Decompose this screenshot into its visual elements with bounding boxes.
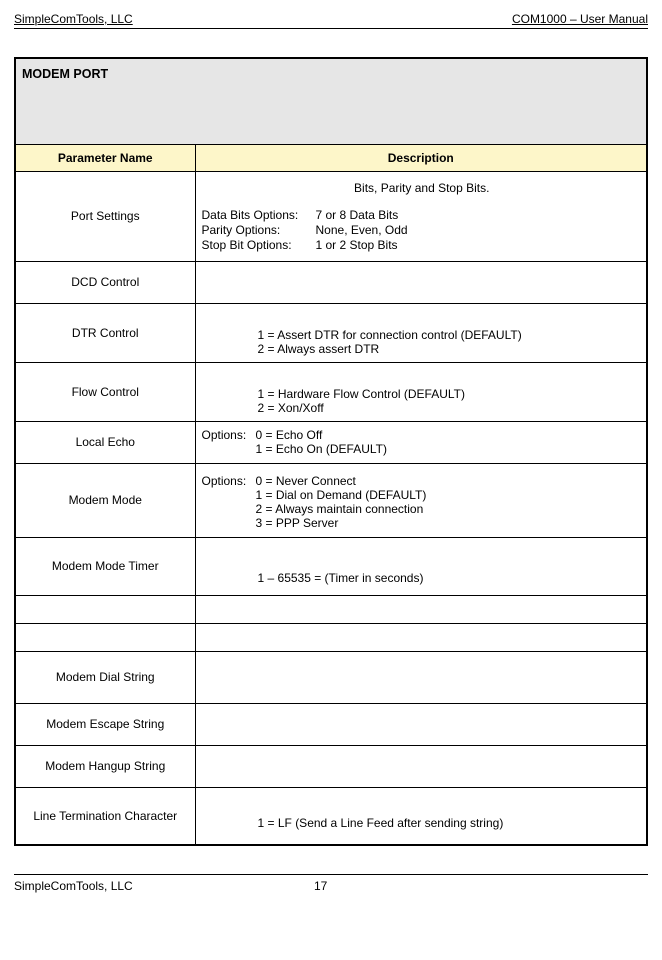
parity-label: Parity Options: [202,223,312,237]
dtr-line2: 2 = Always assert DTR [258,342,643,356]
parity-value: None, Even, Odd [316,223,643,237]
desc-hangup-string [195,745,647,787]
desc-dcd-control [195,261,647,303]
section-title: MODEM PORT [15,58,647,144]
desc-modem-mode: Options: 0 = Never Connect 1 = Dial on D… [195,463,647,537]
col-header-description: Description [195,144,647,171]
desc-escape-string [195,703,647,745]
mode-line1: 0 = Never Connect [256,474,643,488]
echo-line2: 1 = Echo On (DEFAULT) [256,442,643,456]
mode-line2: 1 = Dial on Demand (DEFAULT) [256,488,643,502]
param-escape-string: Modem Escape String [15,703,195,745]
flow-line2: 2 = Xon/Xoff [258,401,643,415]
page-header: SimpleComTools, LLC COM1000 – User Manua… [14,12,648,29]
param-line-termination: Line Termination Character [15,787,195,845]
desc-modem-mode-timer: 1 – 65535 = (Timer in seconds) [195,537,647,595]
param-modem-mode-timer: Modem Mode Timer [15,537,195,595]
stopbit-value: 1 or 2 Stop Bits [316,238,643,252]
footer-company: SimpleComTools, LLC [14,879,314,893]
databits-label: Data Bits Options: [202,208,312,222]
desc-line-termination: 1 = LF (Send a Line Feed after sending s… [195,787,647,845]
col-header-parameter: Parameter Name [15,144,195,171]
desc-flow-control: 1 = Hardware Flow Control (DEFAULT) 2 = … [195,362,647,421]
timer-line1: 1 – 65535 = (Timer in seconds) [258,571,643,585]
header-title: COM1000 – User Manual [512,12,648,26]
mode-options-label: Options: [202,474,256,530]
mode-line3: 2 = Always maintain connection [256,502,643,516]
port-settings-summary: Bits, Parity and Stop Bits. [202,181,643,195]
param-local-echo: Local Echo [15,421,195,463]
desc-local-echo: Options: 0 = Echo Off 1 = Echo On (DEFAU… [195,421,647,463]
desc-empty2 [195,623,647,651]
databits-value: 7 or 8 Data Bits [316,208,643,222]
desc-port-settings: Bits, Parity and Stop Bits. Data Bits Op… [195,171,647,261]
mode-line4: 3 = PPP Server [256,516,643,530]
param-modem-mode: Modem Mode [15,463,195,537]
header-company: SimpleComTools, LLC [14,12,133,26]
desc-dtr-control: 1 = Assert DTR for connection control (D… [195,303,647,362]
flow-line1: 1 = Hardware Flow Control (DEFAULT) [258,387,643,401]
param-port-settings: Port Settings [15,171,195,261]
param-hangup-string: Modem Hangup String [15,745,195,787]
echo-line1: 0 = Echo Off [256,428,643,442]
dtr-line1: 1 = Assert DTR for connection control (D… [258,328,643,342]
desc-empty1 [195,595,647,623]
desc-dial-string [195,651,647,703]
param-dcd-control: DCD Control [15,261,195,303]
lineterm-line1: 1 = LF (Send a Line Feed after sending s… [258,816,643,830]
param-empty1 [15,595,195,623]
param-empty2 [15,623,195,651]
page-footer: SimpleComTools, LLC 17 [14,874,648,893]
footer-page-number: 17 [314,879,327,893]
param-dtr-control: DTR Control [15,303,195,362]
modem-port-table: MODEM PORT Parameter Name Description Po… [14,57,648,846]
param-flow-control: Flow Control [15,362,195,421]
param-dial-string: Modem Dial String [15,651,195,703]
stopbit-label: Stop Bit Options: [202,238,312,252]
echo-options-label: Options: [202,428,256,456]
